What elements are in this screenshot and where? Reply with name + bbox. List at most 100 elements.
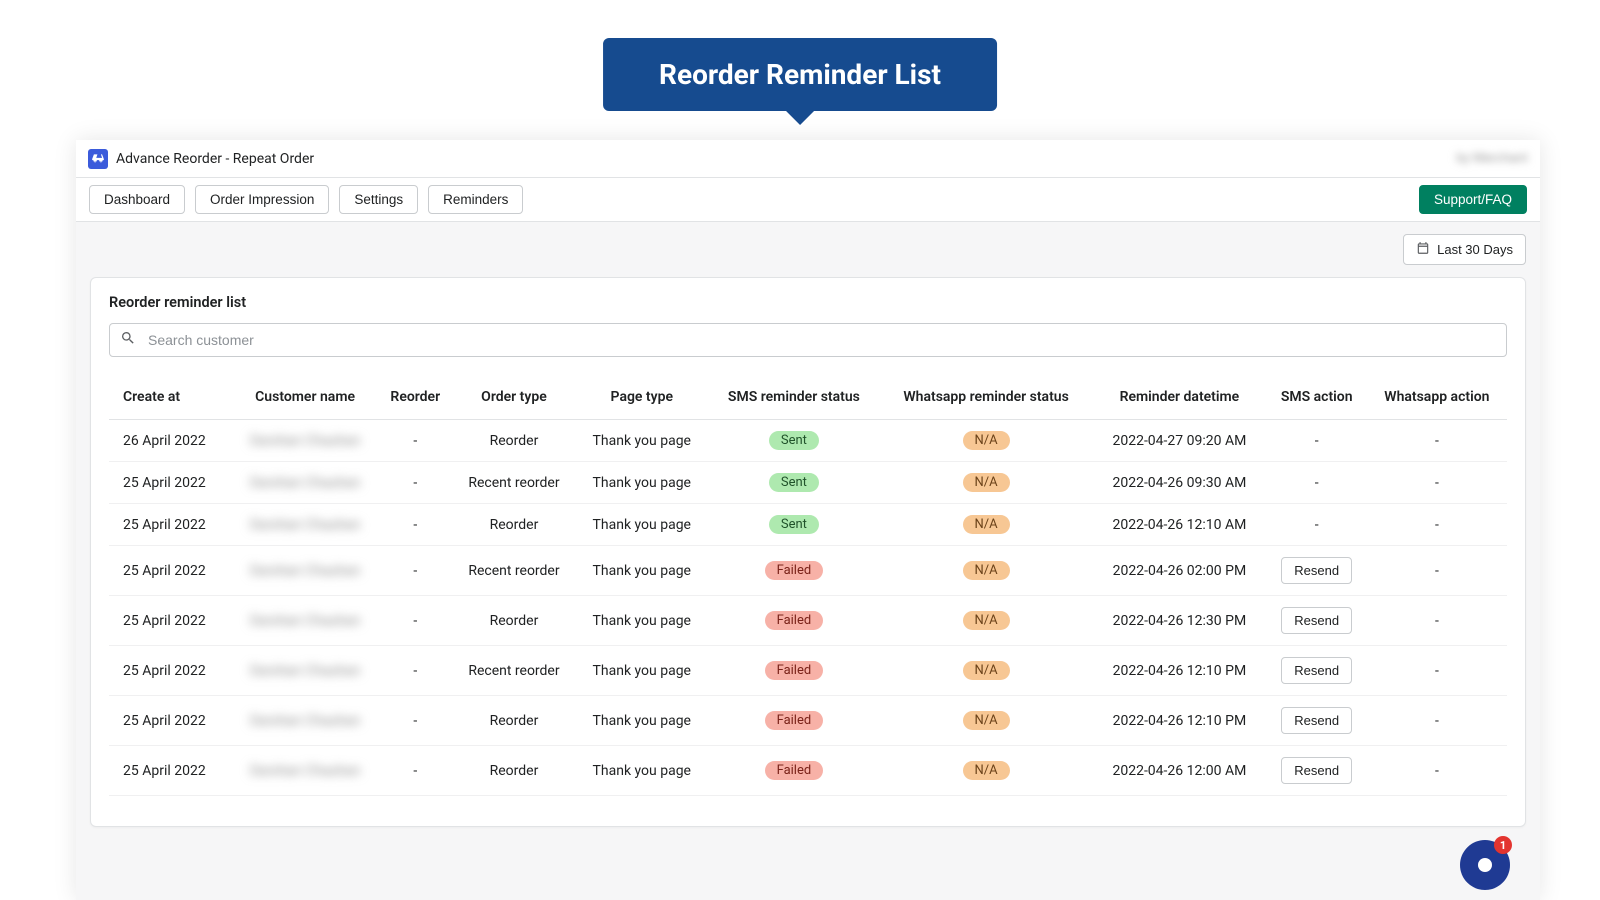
cell-whatsapp-status: N/A [880,546,1092,596]
cell-page-type: Thank you page [576,646,708,696]
resend-button[interactable]: Resend [1281,657,1352,684]
cell-customer-name: Darshan Chauhan [232,746,379,796]
table-row: 25 April 2022Darshan Chauhan-ReorderThan… [109,596,1507,646]
cell-reorder: - [378,696,452,746]
customer-name-blurred: Darshan Chauhan [250,613,361,629]
cell-sms-status: Sent [708,504,880,546]
cell-sms-action: Resend [1267,596,1367,646]
cell-whatsapp-status: N/A [880,646,1092,696]
sms-status-badge: Sent [769,515,819,534]
whatsapp-status-badge: N/A [963,711,1010,730]
resend-button[interactable]: Resend [1281,607,1352,634]
cell-whatsapp-action: - [1367,646,1507,696]
cell-customer-name: Darshan Chauhan [232,546,379,596]
chat-widget[interactable]: 1 [1460,840,1510,890]
cell-sms-action: Resend [1267,546,1367,596]
table-row: 25 April 2022Darshan Chauhan-ReorderThan… [109,696,1507,746]
reminder-list-card: Reorder reminder list Create at Customer… [90,277,1526,827]
cell-reorder: - [378,746,452,796]
callout-bubble: Reorder Reminder List [603,38,997,111]
whatsapp-status-badge: N/A [963,611,1010,630]
cell-create-at: 25 April 2022 [109,646,232,696]
cell-reminder-datetime: 2022-04-26 02:00 PM [1092,546,1266,596]
cell-order-type: Recent reorder [452,546,576,596]
cell-reminder-datetime: 2022-04-27 09:20 AM [1092,420,1266,462]
cell-order-type: Reorder [452,420,576,462]
app-frame: Advance Reorder - Repeat Order by Mercha… [76,140,1540,900]
col-sms-status: SMS reminder status [708,379,880,420]
resend-button[interactable]: Resend [1281,557,1352,584]
cell-sms-action: Resend [1267,746,1367,796]
cell-customer-name: Darshan Chauhan [232,696,379,746]
cell-whatsapp-status: N/A [880,596,1092,646]
cell-reorder: - [378,504,452,546]
whatsapp-status-badge: N/A [963,761,1010,780]
cell-whatsapp-action: - [1367,504,1507,546]
top-bar: Advance Reorder - Repeat Order by Mercha… [76,140,1540,178]
cell-whatsapp-action: - [1367,696,1507,746]
cell-reminder-datetime: 2022-04-26 12:10 PM [1092,646,1266,696]
calendar-icon [1416,241,1430,258]
col-sms-action: SMS action [1267,379,1367,420]
cell-sms-action: Resend [1267,696,1367,746]
cell-order-type: Reorder [452,504,576,546]
table-row: 25 April 2022Darshan Chauhan-ReorderThan… [109,504,1507,546]
cell-sms-status: Sent [708,420,880,462]
customer-name-blurred: Darshan Chauhan [250,763,361,779]
cell-sms-action: - [1267,420,1367,462]
col-order-type: Order type [452,379,576,420]
whatsapp-status-badge: N/A [963,561,1010,580]
whatsapp-status-badge: N/A [963,661,1010,680]
top-bar-right-blur: by Merchant [1456,151,1528,166]
cell-page-type: Thank you page [576,746,708,796]
col-whatsapp-action: Whatsapp action [1367,379,1507,420]
sms-status-badge: Failed [765,611,824,630]
cell-reorder: - [378,420,452,462]
cell-sms-status: Failed [708,696,880,746]
cell-reminder-datetime: 2022-04-26 12:10 PM [1092,696,1266,746]
col-page-type: Page type [576,379,708,420]
customer-name-blurred: Darshan Chauhan [250,663,361,679]
cell-reminder-datetime: 2022-04-26 12:10 AM [1092,504,1266,546]
nav-support-faq[interactable]: Support/FAQ [1419,185,1527,214]
date-filter-row: Last 30 Days [90,234,1526,265]
col-reorder: Reorder [378,379,452,420]
whatsapp-status-badge: N/A [963,515,1010,534]
date-filter-button[interactable]: Last 30 Days [1403,234,1526,265]
col-customer-name: Customer name [232,379,379,420]
cell-customer-name: Darshan Chauhan [232,646,379,696]
cell-create-at: 25 April 2022 [109,504,232,546]
nav-order-impression[interactable]: Order Impression [195,185,329,214]
cell-whatsapp-status: N/A [880,420,1092,462]
table-row: 25 April 2022Darshan Chauhan-Recent reor… [109,646,1507,696]
nav-settings[interactable]: Settings [339,185,418,214]
cell-reorder: - [378,596,452,646]
resend-button[interactable]: Resend [1281,707,1352,734]
cell-sms-status: Failed [708,596,880,646]
search-wrapper [109,323,1507,357]
cell-reorder: - [378,646,452,696]
customer-name-blurred: Darshan Chauhan [250,563,361,579]
cell-page-type: Thank you page [576,420,708,462]
cell-whatsapp-status: N/A [880,504,1092,546]
cell-create-at: 25 April 2022 [109,746,232,796]
cell-customer-name: Darshan Chauhan [232,504,379,546]
whatsapp-status-badge: N/A [963,431,1010,450]
col-create-at: Create at [109,379,232,420]
cell-page-type: Thank you page [576,546,708,596]
nav-dashboard[interactable]: Dashboard [89,185,185,214]
nav-reminders[interactable]: Reminders [428,185,523,214]
cell-reminder-datetime: 2022-04-26 12:30 PM [1092,596,1266,646]
cell-whatsapp-action: - [1367,746,1507,796]
resend-button[interactable]: Resend [1281,757,1352,784]
sms-status-badge: Failed [765,661,824,680]
search-input[interactable] [148,332,1496,348]
app-title: Advance Reorder - Repeat Order [116,151,314,167]
sms-status-badge: Failed [765,761,824,780]
customer-name-blurred: Darshan Chauhan [250,713,361,729]
cell-create-at: 25 April 2022 [109,696,232,746]
cell-order-type: Reorder [452,696,576,746]
table-row: 25 April 2022Darshan Chauhan-ReorderThan… [109,746,1507,796]
reminder-table: Create at Customer name Reorder Order ty… [109,379,1507,796]
cell-sms-status: Failed [708,746,880,796]
